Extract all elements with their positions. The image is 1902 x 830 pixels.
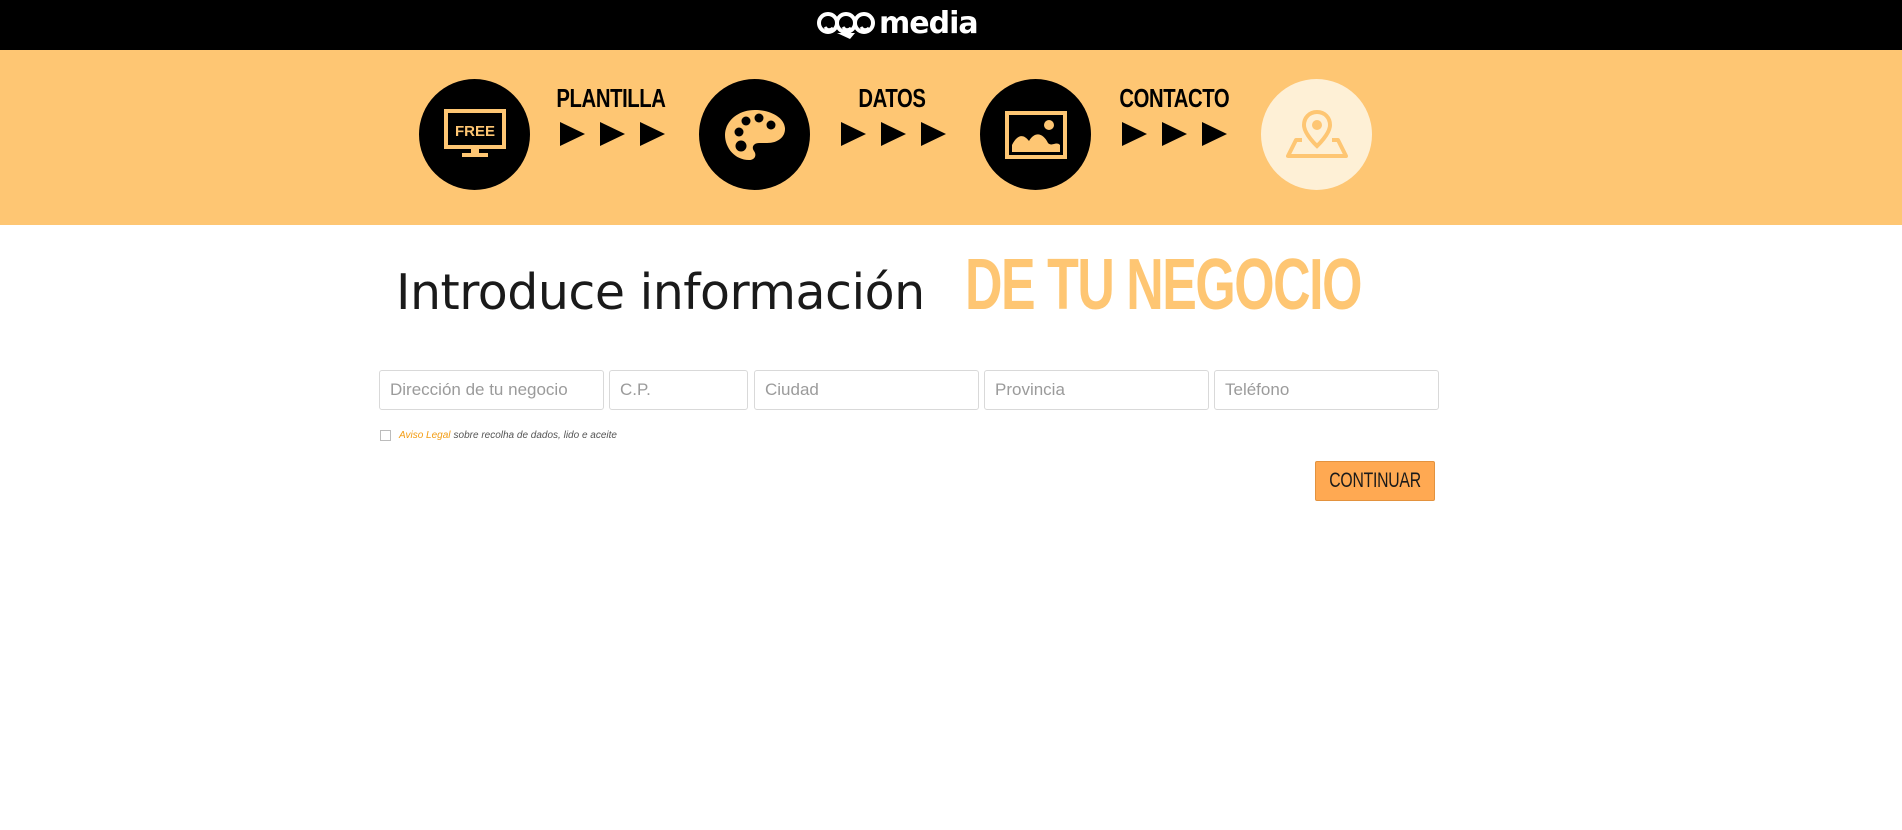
top-bar: media xyxy=(0,0,1902,50)
monitor-free-icon: FREE xyxy=(443,108,506,157)
legal-consent-text: Aviso Legal sobre recolha de dados, lido … xyxy=(399,430,617,441)
step-arrows-1 xyxy=(560,122,665,146)
continue-button-label: CONTINUAR xyxy=(1329,469,1421,492)
step-datos-circle[interactable] xyxy=(699,79,810,190)
page-title-main: Introduce información xyxy=(396,264,925,321)
step-arrows-3 xyxy=(1122,122,1227,146)
palette-icon xyxy=(724,109,785,160)
step-label-datos: DATOS xyxy=(858,83,926,113)
phone-input[interactable] xyxy=(1214,370,1439,410)
step-label-contacto: CONTACTO xyxy=(1119,83,1230,113)
logo[interactable]: media xyxy=(817,6,979,42)
continue-button[interactable]: CONTINUAR xyxy=(1315,461,1435,501)
map-pin-icon xyxy=(1285,109,1348,158)
free-text: FREE xyxy=(454,123,494,140)
step-contacto-circle[interactable] xyxy=(980,79,1091,190)
page-title: Introduce información DE TU NEGOCIO xyxy=(396,244,1515,325)
city-input[interactable] xyxy=(754,370,979,410)
step-plantilla-circle[interactable]: FREE xyxy=(419,79,530,190)
legal-checkbox[interactable] xyxy=(380,430,391,441)
page-title-highlight: DE TU NEGOCIO xyxy=(964,245,1362,325)
address-input[interactable] xyxy=(379,370,604,410)
province-input[interactable] xyxy=(984,370,1209,410)
image-icon xyxy=(1004,110,1067,159)
step-label-plantilla: PLANTILLA xyxy=(556,83,666,113)
logo-text: media xyxy=(879,6,979,41)
legal-text: sobre recolha de dados, lido e aceite xyxy=(453,430,617,441)
legal-link[interactable]: Aviso Legal xyxy=(399,430,451,441)
qdq-logo-icon xyxy=(817,12,875,39)
postal-code-input[interactable] xyxy=(609,370,748,410)
legal-consent: Aviso Legal sobre recolha de dados, lido … xyxy=(380,430,617,441)
step-map-circle[interactable] xyxy=(1261,79,1372,190)
steps-bar: FREE PLANTILLA DATOS CONTACTO xyxy=(0,50,1902,225)
step-arrows-2 xyxy=(841,122,946,146)
